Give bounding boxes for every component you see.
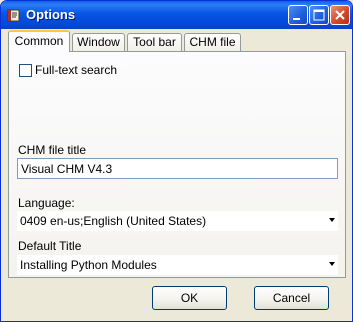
close-button[interactable]: [330, 5, 350, 25]
tab-window[interactable]: Window: [72, 33, 125, 51]
ok-button[interactable]: OK: [152, 286, 227, 310]
title-bar[interactable]: Options: [1, 1, 352, 29]
tab-common[interactable]: Common: [8, 30, 70, 52]
chevron-down-icon[interactable]: [329, 262, 335, 266]
language-label: Language:: [18, 196, 75, 210]
cancel-button[interactable]: Cancel: [254, 286, 329, 310]
default-title-label: Default Title: [18, 239, 82, 253]
window-title: Options: [26, 7, 76, 22]
chevron-down-icon[interactable]: [329, 218, 335, 222]
tab-chm-file[interactable]: CHM file: [184, 33, 241, 51]
language-value: 0409 en-us;English (United States): [20, 214, 207, 228]
chm-book-icon: [6, 7, 22, 23]
maximize-button[interactable]: [309, 5, 329, 25]
minimize-button[interactable]: [288, 5, 308, 25]
default-title-value: Installing Python Modules: [20, 258, 157, 272]
language-select[interactable]: 0409 en-us;English (United States): [17, 211, 338, 231]
chm-file-title-input[interactable]: Visual CHM V4.3: [17, 158, 338, 179]
options-dialog: Options Common Window Tool bar CHM file …: [0, 0, 353, 322]
tab-tool-bar[interactable]: Tool bar: [127, 33, 182, 51]
chm-file-title-label: CHM file title: [18, 143, 87, 157]
default-title-select[interactable]: Installing Python Modules: [17, 255, 338, 275]
full-text-search-label[interactable]: Full-text search: [35, 63, 117, 77]
full-text-search-checkbox[interactable]: [19, 64, 32, 77]
